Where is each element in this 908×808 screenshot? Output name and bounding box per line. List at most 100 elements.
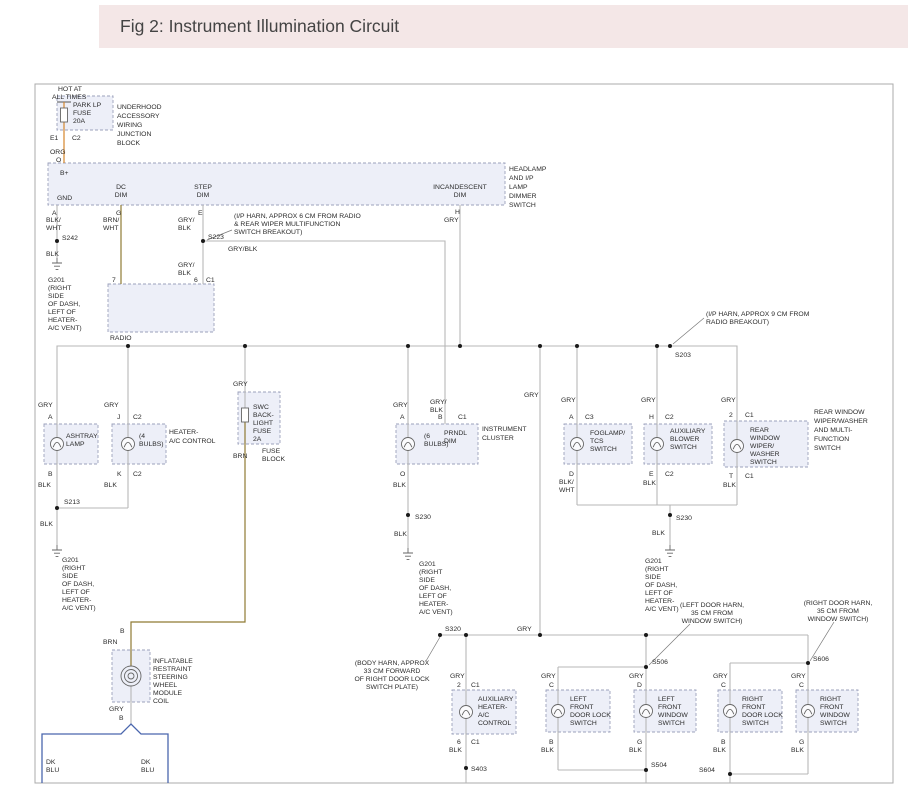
lamp-icon (731, 440, 744, 453)
label-dc-dim-1: DC (116, 184, 126, 191)
label-dc-dim-2: DIM (115, 192, 128, 199)
label-blk-llock: BLK (541, 747, 554, 754)
label-gry-lower-bus: GRY (517, 626, 532, 633)
label-pin-e: E (198, 210, 203, 217)
label-note6-1: (I/P HARN, APPROX 6 CM FROM RADIO (234, 213, 361, 220)
label-g201b-7: A/C VENT) (62, 605, 96, 612)
label-gryblk-radio-1: GRY/ (178, 262, 195, 269)
label-gryblk-cluster-2: BLK (430, 407, 443, 414)
label-gryblk-bus: GRY/BLK (228, 246, 258, 253)
label-ujb-1: UNDERHOOD (117, 104, 162, 111)
label-lwin-name-3: WINDOW (658, 712, 688, 719)
label-rlock-name-3: DOOR LOCK (742, 712, 783, 719)
label-g201a-1: G201 (48, 277, 65, 284)
label-s606: S606 (813, 656, 829, 663)
label-pin-a-ashtray: A (48, 414, 53, 421)
label-auxheat-name-3: A/C (478, 712, 489, 719)
label-gnd: GND (57, 195, 72, 202)
label-body-note-3: OF RIGHT DOOR LOCK (354, 676, 429, 683)
label-brn-coil: BRN (103, 639, 117, 646)
label-g201b-2: (RIGHT (62, 565, 85, 572)
label-dimmer-name-5: SWITCH (509, 202, 536, 209)
label-ujb-2: ACCESSORY (117, 113, 160, 120)
label-dkblu-right-1: DK (141, 759, 151, 766)
label-c1-wiper-top: C1 (745, 412, 754, 419)
label-dimmer-name-2: AND I/P (509, 175, 534, 182)
label-g201d-2: (RIGHT (645, 566, 668, 573)
label-wiper-name-5: SWITCH (750, 459, 777, 466)
label-blower-name-1: AUXILIARY (670, 428, 706, 435)
label-blk-ashtray: BLK (38, 482, 51, 489)
label-ashtray-1: ASHTRAY (66, 433, 98, 440)
label-pin-6-auxheat: 6 (457, 739, 461, 746)
label-park-lp-fuse-2: FUSE (73, 110, 92, 117)
label-g201c-1: G201 (419, 561, 436, 568)
label-gry-ashtray: GRY (38, 402, 53, 409)
label-gryblk-2: BLK (178, 225, 191, 232)
label-dimmer-name-4: DIMMER (509, 193, 537, 200)
box-radio (108, 284, 214, 332)
label-s320: S320 (445, 626, 461, 633)
label-blower-name-2: BLOWER (670, 436, 700, 443)
label-ldoor-note-2: 35 CM FROM (691, 610, 733, 617)
label-step-dim-2: DIM (197, 192, 210, 199)
label-rlock-name-2: FRONT (742, 704, 765, 711)
label-coil-name-5: MODULE (153, 690, 183, 697)
label-pin-c-llock: C (549, 682, 554, 689)
label-g201b-1: G201 (62, 557, 79, 564)
label-brnwht-2: WHT (103, 225, 118, 232)
lamp-icon (402, 438, 415, 451)
label-rwin-name-2: FRONT (820, 704, 843, 711)
label-rdoor-note-1: (RIGHT DOOR HARN, (804, 600, 873, 607)
label-park-lp-fuse-3: 20A (73, 118, 86, 125)
label-g201c-3: SIDE (419, 577, 435, 584)
label-pin-h: H (455, 209, 460, 216)
label-wiper-name-4: WASHER (750, 451, 780, 458)
label-llock-name-3: DOOR LOCK (570, 712, 611, 719)
label-dimmer-name-1: HEADLAMP (509, 166, 547, 173)
label-blkwht-1: BLK/ (46, 217, 61, 224)
label-b-plus: B+ (60, 170, 69, 177)
label-cluster-bulbs-1: (6 (424, 433, 430, 440)
label-s242: S242 (62, 235, 78, 242)
label-heater-bulbs-1: (4 (139, 433, 145, 440)
label-blower-name-3: SWITCH (670, 444, 697, 451)
label-body-note-1: (BODY HARN, APPROX (355, 660, 430, 667)
wiring-diagram-page: Fig 2: Instrument Illumination Circuit (0, 0, 908, 808)
label-pin-c-rwin: C (799, 682, 804, 689)
label-note9-1: (I/P HARN, APPROX 9 CM FROM (706, 311, 810, 318)
label-gryblk-radio-2: BLK (178, 270, 191, 277)
label-blkwht-2: WHT (46, 225, 61, 232)
label-auxheat-name-1: AUXILIARY (478, 696, 514, 703)
label-gry-mid-drop: GRY (524, 392, 539, 399)
lamp-icon (651, 438, 664, 451)
label-g201a-4: OF DASH, (48, 301, 80, 308)
label-ujb-4: JUNCTION (117, 131, 151, 138)
label-g201a-6: HEATER- (48, 317, 77, 324)
lamp-icon (122, 438, 135, 451)
label-pin-c2-fuse: C2 (72, 135, 81, 142)
label-ujb-3: WIRING (117, 122, 142, 129)
label-prndl-2: DIM (444, 438, 457, 445)
label-s230-right: S230 (676, 515, 692, 522)
label-s504: S504 (651, 762, 667, 769)
label-dkblu-left-2: BLU (46, 767, 59, 774)
label-llock-name-4: SWITCH (570, 720, 597, 727)
label-c2-heater-top: C2 (133, 414, 142, 421)
label-pin-g-rwin: G (799, 739, 804, 746)
label-rdoor-note-2: 35 CM FROM (817, 608, 859, 615)
label-gry-fog: GRY (561, 397, 576, 404)
label-gry-heater: GRY (104, 402, 119, 409)
label-rlock-name-4: SWITCH (742, 720, 769, 727)
label-swc-2: BACK- (253, 412, 274, 419)
label-brn-swc: BRN (233, 453, 247, 460)
label-c1-auxheat-top: C1 (471, 682, 480, 689)
label-pin-2-wiper: 2 (729, 412, 733, 419)
label-pin-b-coil: B (120, 628, 125, 635)
label-blk-cluster: BLK (393, 482, 406, 489)
label-coil-name-1: INFLATABLE (153, 658, 193, 665)
label-s403: S403 (471, 766, 487, 773)
label-pin-g-lwin: G (637, 739, 642, 746)
label-radio-name: RADIO (110, 335, 132, 342)
label-heater-name-1: HEATER- (169, 429, 198, 436)
